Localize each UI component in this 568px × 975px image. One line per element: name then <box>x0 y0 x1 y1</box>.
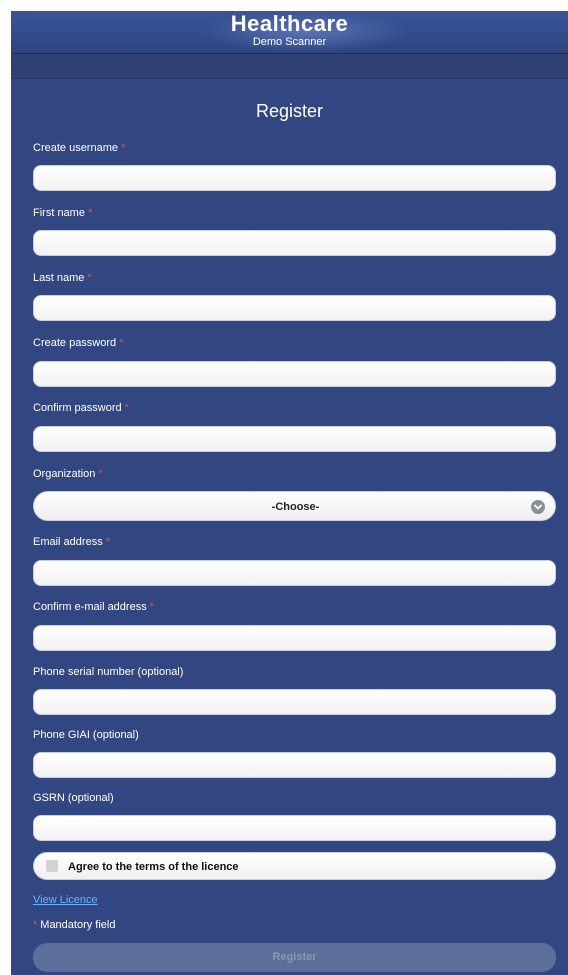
email-label: Email address * <box>33 535 110 549</box>
app-subtitle: Demo Scanner <box>252 36 327 48</box>
email-label-text: Email address <box>33 536 103 548</box>
confirm-password-label: Confirm password * <box>33 401 129 415</box>
confirm-email-input[interactable] <box>33 625 556 651</box>
header-bar: Healthcare Demo Scanner <box>11 11 568 54</box>
phone-giai-label: Phone GIAI (optional) <box>33 729 139 741</box>
mandatory-note-text: Mandatory field <box>40 919 116 931</box>
required-marker: * <box>87 207 93 219</box>
organization-label: Organization * <box>33 467 103 481</box>
required-marker: * <box>105 536 110 548</box>
required-marker: * <box>119 337 124 349</box>
first-name-label-text: First name <box>33 207 85 219</box>
required-marker: * <box>121 142 126 154</box>
password-input[interactable] <box>33 361 556 387</box>
required-marker: * <box>33 919 38 931</box>
required-marker: * <box>149 601 154 613</box>
terms-checkbox[interactable] <box>46 860 58 872</box>
phone-serial-label: Phone serial number (optional) <box>33 666 184 678</box>
last-name-label-text: Last name <box>33 272 85 284</box>
required-marker: * <box>87 272 92 284</box>
view-licence-link[interactable]: View Licence <box>33 893 98 907</box>
app-title: Healthcare <box>230 11 349 36</box>
username-input[interactable] <box>33 165 556 191</box>
confirm-password-input[interactable] <box>33 426 556 452</box>
username-label-text: Create username <box>33 142 118 154</box>
organization-selected-value: -Choose- <box>271 501 320 513</box>
first-name-input[interactable] <box>33 230 556 256</box>
terms-label: Agree to the terms of the licence <box>68 861 239 873</box>
username-label: Create username * <box>33 141 125 155</box>
required-marker: * <box>98 468 103 480</box>
confirm-password-label-text: Confirm password <box>33 402 122 414</box>
last-name-label: Last name * <box>33 271 92 285</box>
register-button[interactable]: Register <box>33 943 556 972</box>
last-name-input[interactable] <box>33 295 556 321</box>
phone-serial-input[interactable] <box>33 689 556 715</box>
toolbar-strip <box>11 54 568 79</box>
confirm-email-label-text: Confirm e-mail address <box>33 601 147 613</box>
email-input[interactable] <box>33 560 556 586</box>
confirm-email-label: Confirm e-mail address * <box>33 600 154 614</box>
organization-label-text: Organization <box>33 468 96 480</box>
app-frame: Healthcare Demo Scanner Register Create … <box>11 11 568 975</box>
gsrn-label: GSRN (optional) <box>33 792 114 804</box>
organization-select[interactable]: -Choose- <box>33 491 556 521</box>
chevron-down-circle-icon <box>531 500 545 514</box>
required-marker: * <box>124 402 129 414</box>
password-label: Create password * <box>33 336 123 350</box>
gsrn-input[interactable] <box>33 815 556 841</box>
phone-giai-input[interactable] <box>33 752 556 778</box>
page-title: Register <box>255 101 324 121</box>
password-label-text: Create password <box>33 337 117 349</box>
terms-checkbox-row[interactable]: Agree to the terms of the licence <box>33 852 556 880</box>
mandatory-note: * Mandatory field <box>33 918 116 932</box>
first-name-label: First name * <box>33 206 92 220</box>
